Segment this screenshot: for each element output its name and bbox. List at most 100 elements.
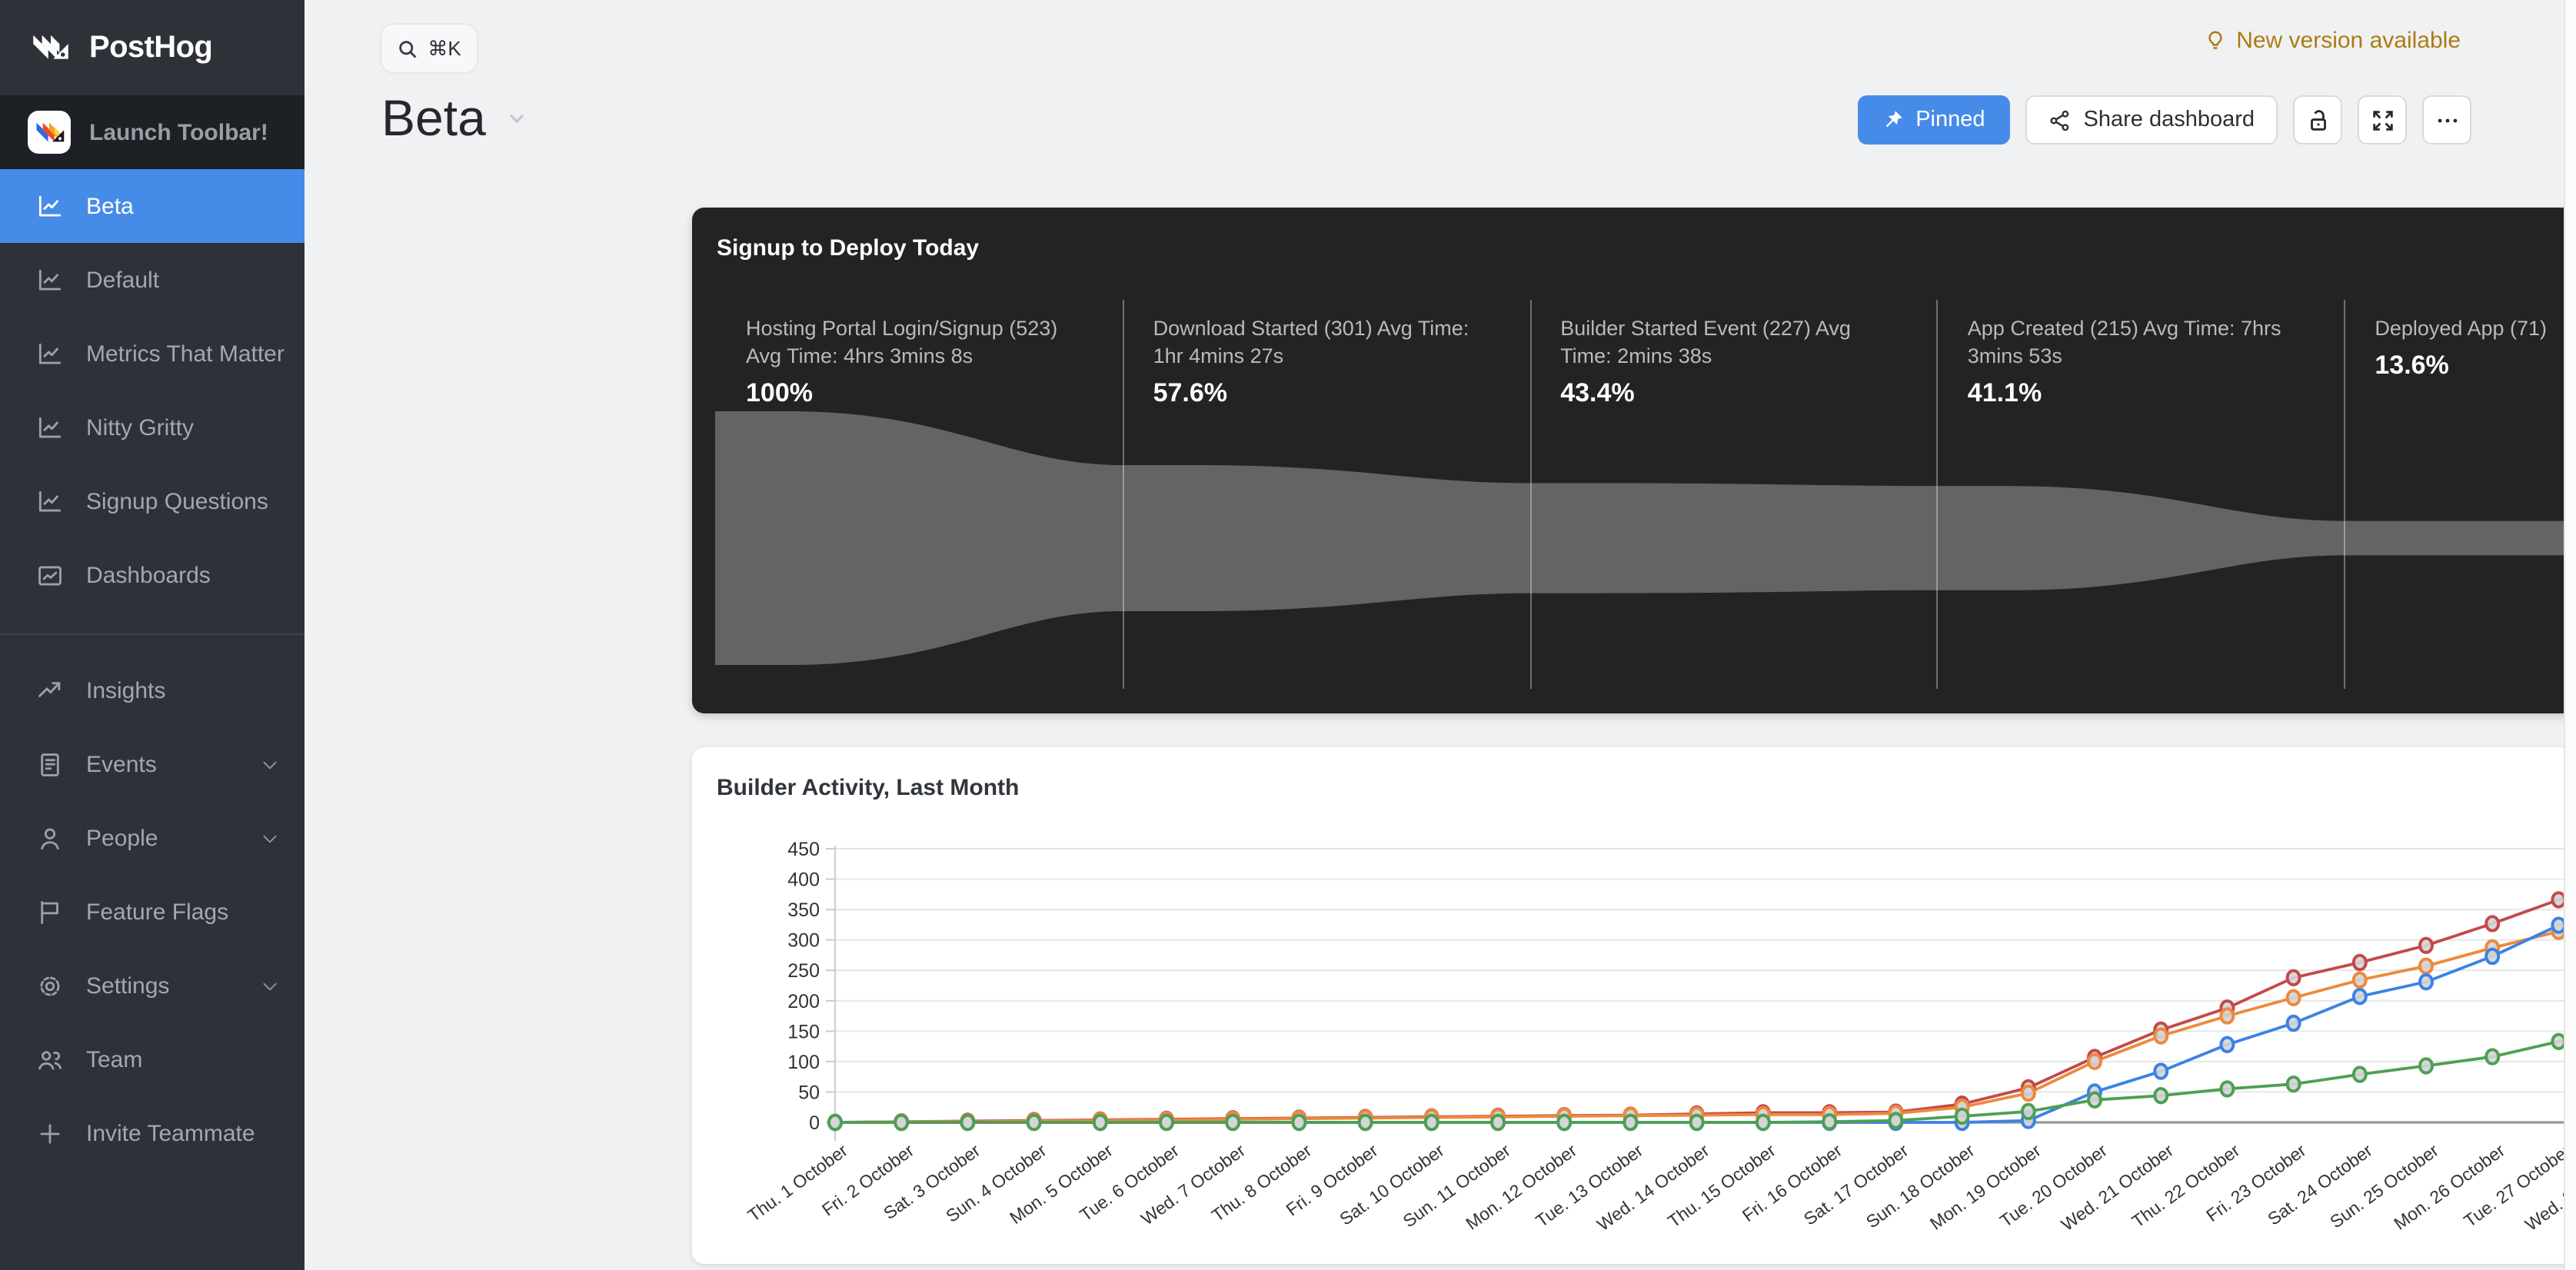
svg-text:Mon. 19 October: Mon. 19 October bbox=[1926, 1140, 2045, 1234]
funnel-step-label: Hosting Portal Login/Signup (523) Avg Ti… bbox=[746, 315, 1080, 370]
sidebar-item-signup-questions[interactable]: Signup Questions bbox=[0, 464, 305, 538]
line-chart-icon bbox=[34, 412, 65, 443]
chevron-down-icon[interactable] bbox=[260, 828, 280, 848]
chevron-down-icon[interactable] bbox=[260, 754, 280, 774]
lightbulb-icon bbox=[2204, 29, 2227, 52]
svg-text:400: 400 bbox=[787, 869, 820, 891]
new-version-link[interactable]: New version available bbox=[2204, 28, 2461, 54]
search-icon bbox=[397, 38, 418, 59]
sidebar-nav-list: Insights Events People Feature Flags Setting… bbox=[0, 653, 305, 1170]
svg-text:50: 50 bbox=[798, 1082, 820, 1103]
funnel-card-header: Signup to Deploy Today bbox=[692, 208, 2576, 288]
funnel-step: App Created (215) Avg Time: 7hrs 3mins 5… bbox=[1968, 315, 2301, 408]
chevron-down-icon[interactable] bbox=[260, 976, 280, 996]
funnel-step-label: Deployed App (71) bbox=[2375, 315, 2576, 343]
unlock-button[interactable] bbox=[2293, 95, 2342, 145]
person-icon bbox=[34, 823, 65, 853]
page-scrollbar[interactable] bbox=[2564, 0, 2576, 1270]
posthog-logo-row[interactable]: PostHog bbox=[0, 0, 305, 95]
document-icon bbox=[34, 749, 65, 780]
funnel-step-separator bbox=[2344, 300, 2345, 689]
sidebar-item-label: Settings bbox=[86, 972, 169, 999]
sidebar-item-label: People bbox=[86, 825, 158, 851]
funnel-step: Download Started (301) Avg Time: 1hr 4mi… bbox=[1153, 315, 1487, 408]
boxed-chart-icon bbox=[34, 560, 65, 590]
svg-text:Mon. 12 October: Mon. 12 October bbox=[1462, 1140, 1580, 1234]
sidebar-item-settings[interactable]: Settings bbox=[0, 949, 305, 1022]
sidebar-item-insights[interactable]: Insights bbox=[0, 653, 305, 727]
sidebar-item-label: Team bbox=[86, 1046, 142, 1072]
trending-up-icon bbox=[34, 675, 65, 706]
share-icon bbox=[2048, 108, 2072, 131]
chart-card-title: Builder Activity, Last Month bbox=[717, 774, 1019, 800]
sidebar-dashboard-list: Beta Default Metrics That Matter Nitty Grit… bbox=[0, 169, 305, 612]
title-chevron-down-icon[interactable] bbox=[504, 106, 529, 131]
sidebar-item-events[interactable]: Events bbox=[0, 727, 305, 801]
pin-icon bbox=[1882, 109, 1903, 131]
search-input[interactable]: ⌘K bbox=[381, 25, 477, 72]
sidebar-item-invite-teammate[interactable]: Invite Teammate bbox=[0, 1096, 305, 1170]
page-header: Beta Pinned bbox=[381, 89, 2471, 154]
app-window: PostHog Launch Toolbar! Beta Default Metri… bbox=[0, 0, 2576, 1270]
line-chart: 450400350300250200150100500Thu. 1 Octobe… bbox=[715, 830, 2576, 1255]
sidebar-item-label: Nitty Gritty bbox=[86, 414, 194, 441]
sidebar-item-label: Default bbox=[86, 267, 159, 293]
funnel-step-label: Download Started (301) Avg Time: 1hr 4mi… bbox=[1153, 315, 1487, 370]
sidebar-item-people[interactable]: People bbox=[0, 801, 305, 875]
launch-toolbar-icon bbox=[28, 111, 71, 154]
funnel-card: Signup to Deploy Today Hosting Portal Lo… bbox=[692, 208, 2576, 713]
trend-chart-card: Builder Activity, Last Month 45040035030… bbox=[692, 747, 2576, 1264]
pinned-label: Pinned bbox=[1915, 108, 1985, 132]
line-chart-icon bbox=[34, 191, 65, 221]
sidebar-item-label: Dashboards bbox=[86, 562, 211, 588]
funnel-step-percent: 41.1% bbox=[1968, 377, 2301, 408]
sidebar-item-feature-flags[interactable]: Feature Flags bbox=[0, 875, 305, 949]
brand-name: PostHog bbox=[89, 30, 212, 65]
sidebar-item-nitty-gritty[interactable]: Nitty Gritty bbox=[0, 391, 305, 464]
sidebar-item-beta[interactable]: Beta bbox=[0, 169, 305, 243]
sidebar-item-metrics-that-matter[interactable]: Metrics That Matter bbox=[0, 317, 305, 391]
funnel-step-percent: 13.6% bbox=[2375, 351, 2576, 381]
posthog-logo-icon bbox=[31, 28, 71, 68]
line-chart-icon bbox=[34, 264, 65, 295]
gear-icon bbox=[34, 970, 65, 1001]
svg-text:Wed. 21 October: Wed. 21 October bbox=[2058, 1140, 2178, 1235]
funnel-step-label: App Created (215) Avg Time: 7hrs 3mins 5… bbox=[1968, 315, 2301, 370]
plus-icon bbox=[34, 1118, 65, 1149]
sidebar-item-label: Events bbox=[86, 751, 157, 777]
funnel-step-label: Builder Started Event (227) Avg Time: 2m… bbox=[1560, 315, 1894, 370]
sidebar-item-label: Beta bbox=[86, 193, 134, 219]
funnel-step-separator bbox=[1937, 300, 1939, 689]
funnel-step: Deployed App (71) 13.6% bbox=[2375, 315, 2576, 381]
chart-card-header: Builder Activity, Last Month bbox=[692, 747, 2576, 827]
share-label: Share dashboard bbox=[2084, 108, 2255, 132]
pinned-button[interactable]: Pinned bbox=[1857, 95, 2009, 145]
funnel-step-percent: 100% bbox=[746, 377, 1080, 408]
page-title: Beta bbox=[381, 89, 529, 148]
sidebar-item-team[interactable]: Team bbox=[0, 1022, 305, 1096]
sidebar-divider bbox=[0, 633, 305, 635]
launch-toolbar-button[interactable]: Launch Toolbar! bbox=[0, 95, 305, 169]
sidebar-item-default[interactable]: Default bbox=[0, 243, 305, 317]
line-chart-icon bbox=[34, 338, 65, 369]
funnel-step-separator bbox=[1529, 300, 1531, 689]
search-shortcut: ⌘K bbox=[428, 36, 461, 61]
svg-text:150: 150 bbox=[787, 1021, 820, 1042]
funnel-step: Hosting Portal Login/Signup (523) Avg Ti… bbox=[746, 315, 1080, 408]
line-chart-icon bbox=[34, 486, 65, 517]
svg-text:100: 100 bbox=[787, 1052, 820, 1073]
share-dashboard-button[interactable]: Share dashboard bbox=[2025, 95, 2278, 145]
team-icon bbox=[34, 1044, 65, 1075]
funnel-step-percent: 57.6% bbox=[1153, 377, 1487, 408]
funnel-visualization: Hosting Portal Login/Signup (523) Avg Ti… bbox=[692, 288, 2576, 713]
svg-text:Wed. 14 October: Wed. 14 October bbox=[1593, 1140, 1713, 1235]
more-options-button[interactable] bbox=[2422, 95, 2471, 145]
flag-icon bbox=[34, 896, 65, 927]
sidebar-item-dashboards[interactable]: Dashboards bbox=[0, 538, 305, 612]
fullscreen-button[interactable] bbox=[2358, 95, 2407, 145]
svg-text:250: 250 bbox=[787, 960, 820, 982]
unlock-icon bbox=[2305, 107, 2331, 133]
new-version-label: New version available bbox=[2236, 28, 2461, 54]
sidebar-item-label: Invite Teammate bbox=[86, 1120, 255, 1146]
sidebar-item-label: Signup Questions bbox=[86, 488, 268, 514]
